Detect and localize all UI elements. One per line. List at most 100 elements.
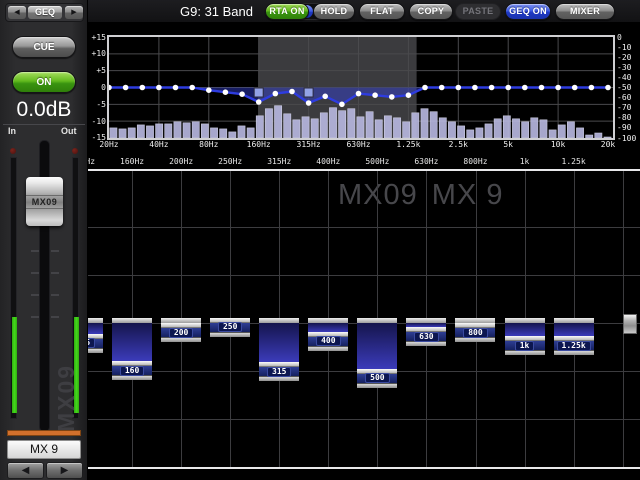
fader-grid-hline — [88, 275, 640, 276]
on-button[interactable]: ON — [12, 71, 76, 93]
band-gain-fill — [88, 323, 103, 334]
band-fader-label: 1.25k — [557, 341, 591, 351]
band-fader-800[interactable]: 800 — [455, 323, 495, 341]
right-axis-label: -10 — [617, 43, 639, 52]
left-axis-label: -10 — [88, 117, 106, 126]
band-fader-250[interactable]: 250 — [210, 318, 250, 336]
fader-handle-bottom — [357, 383, 397, 388]
band-gain-fill — [357, 323, 397, 369]
left-axis-label: -5 — [88, 100, 106, 109]
right-axis-label: -20 — [617, 53, 639, 62]
toolbar-button-geq-on[interactable]: GEQ ON — [505, 3, 551, 20]
band-fader-label: 160 — [120, 366, 144, 376]
x-tick-label: 1.25k — [391, 140, 425, 149]
fader-handle-face: 125 — [88, 339, 103, 348]
fader-handle-face: 400 — [308, 337, 348, 346]
band-fader-125[interactable]: 125 — [88, 334, 103, 352]
band-fader-160[interactable]: 160 — [112, 361, 152, 379]
right-axis-label: 0 — [617, 33, 639, 42]
fader-tick — [51, 272, 59, 274]
band-fader-label: 500 — [365, 373, 389, 383]
band-fader-label: 400 — [316, 336, 340, 346]
fader-handle-bottom — [505, 350, 545, 355]
left-axis-label: +5 — [88, 66, 106, 75]
right-axis-label: -50 — [617, 83, 639, 92]
band-frequency-label: 1.25k — [549, 157, 599, 166]
fader-handle-face: 250 — [210, 323, 250, 332]
in-meter-level — [12, 317, 17, 413]
fader-tick — [31, 250, 39, 252]
band-fader-400[interactable]: 400 — [308, 332, 348, 350]
toolbar-button-flat[interactable]: FLAT — [359, 3, 405, 20]
channel-name-box: MX 9 — [7, 440, 81, 459]
fader-handle-face: 1.25k — [554, 341, 594, 350]
band-frequency-label: 400Hz — [303, 157, 353, 166]
channel-watermark-vertical: MX09 — [53, 342, 80, 432]
fader-handle-face: 160 — [112, 366, 152, 375]
toolbar-button-mixer[interactable]: MIXER — [555, 3, 615, 20]
band-fader-630[interactable]: 630 — [406, 327, 446, 345]
toolbar-button-rta-on[interactable]: RTA ON — [265, 3, 309, 20]
band-label-row: 125Hz160Hz200Hz250Hz315Hz400Hz500Hz630Hz… — [88, 156, 640, 169]
band-fader-label: 315 — [267, 367, 291, 377]
band-gain-fill — [112, 323, 152, 361]
geq-selector-label[interactable]: GEQ — [28, 6, 62, 19]
fader-handle-bottom — [455, 337, 495, 342]
right-axis-label: -90 — [617, 123, 639, 132]
band-frequency-label: 160Hz — [107, 157, 157, 166]
x-tick-label: 2.5k — [441, 140, 475, 149]
channel-prev-button[interactable]: ◀ — [7, 462, 44, 479]
band-fader-315[interactable]: 315 — [259, 362, 299, 380]
x-tick-label: 20Hz — [92, 140, 126, 149]
channel-strip: ◀ GEQ ▶ CUE ON 0.0dB In Out MX09 MX09 — [0, 0, 88, 480]
x-tick-label: 20k — [591, 140, 625, 149]
fader-grid-hline — [88, 227, 640, 228]
band-fader-1.25k[interactable]: 1.25k — [554, 336, 594, 354]
cue-button[interactable]: CUE — [12, 36, 76, 58]
geq-editor-screen: ◀ GEQ ▶ CUE ON 0.0dB In Out MX09 MX09 — [0, 0, 640, 480]
toolbar-button-copy[interactable]: COPY — [409, 3, 453, 20]
band-fader-500[interactable]: 500 — [357, 369, 397, 387]
toolbar-button-paste: PASTE — [455, 3, 501, 20]
band-fader-200[interactable]: 200 — [161, 323, 201, 341]
right-axis-label: -60 — [617, 93, 639, 102]
geq-band-fader-area: MX09 MX 9 1251602002503154005006308001k1… — [88, 171, 640, 467]
band-gain-fill — [554, 323, 594, 336]
fader-handle-bottom — [112, 375, 152, 380]
toolbar-button-hold[interactable]: HOLD — [313, 3, 355, 20]
geq-next-button[interactable]: ▶ — [65, 6, 83, 19]
band-fader-label: 125 — [88, 338, 95, 348]
geq-selector: ◀ GEQ ▶ — [5, 3, 84, 22]
geq-prev-button[interactable]: ◀ — [8, 6, 26, 19]
band-fader-1k[interactable]: 1k — [505, 336, 545, 354]
fader-handle-face: 800 — [455, 328, 495, 337]
divider — [3, 124, 85, 125]
fader-handle-face: 630 — [406, 332, 446, 341]
channel-color-bar — [7, 430, 81, 436]
fader-handle-bottom — [210, 332, 250, 337]
channel-fader-knob[interactable]: MX09 — [26, 177, 63, 226]
band-frequency-label: 500Hz — [352, 157, 402, 166]
band-frequency-label: 630Hz — [401, 157, 451, 166]
eq-plot[interactable] — [109, 37, 613, 138]
top-toolbar: G9: 31 Band INS-1 INS-2 RTA ONHOLDFLATCO… — [88, 0, 640, 22]
fader-handle-bottom — [554, 350, 594, 355]
x-tick-label: 5k — [491, 140, 525, 149]
fader-handle-bottom — [406, 341, 446, 346]
fader-tick — [51, 316, 59, 318]
band-fader-label: 1k — [515, 341, 535, 351]
channel-next-button[interactable]: ▶ — [46, 462, 83, 479]
band-frequency-label: 1k — [500, 157, 550, 166]
band-gain-fill — [505, 323, 545, 336]
fader-handle-face: 200 — [161, 328, 201, 337]
fader-tick — [31, 272, 39, 274]
fader-grid-hline — [88, 419, 640, 420]
band-frequency-label: 800Hz — [450, 157, 500, 166]
band-frequency-label: 200Hz — [156, 157, 206, 166]
partial-next-band-fader[interactable] — [623, 314, 637, 334]
right-axis-label: -70 — [617, 103, 639, 112]
fader-handle-face: 500 — [357, 374, 397, 383]
band-fader-label: 630 — [414, 332, 438, 342]
x-tick-label: 630Hz — [342, 140, 376, 149]
gain-readout: 0.0dB — [0, 97, 88, 123]
